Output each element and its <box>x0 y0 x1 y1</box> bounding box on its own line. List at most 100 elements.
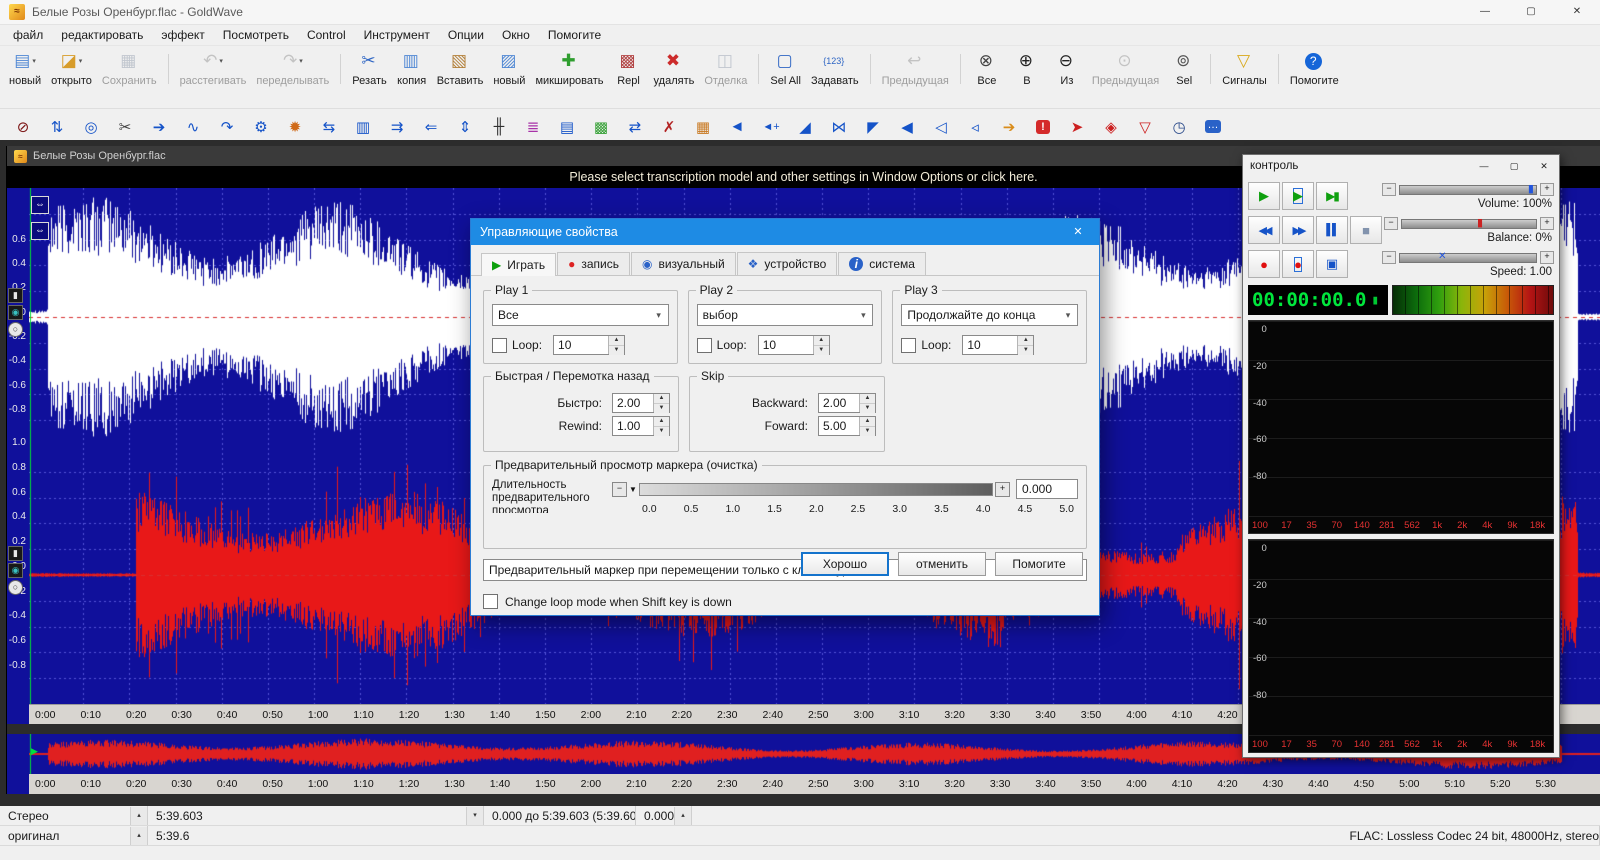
invert-icon[interactable]: ⇕ <box>448 113 482 141</box>
spin-up-icon[interactable]: ▲ <box>609 336 624 346</box>
slider-track[interactable]: ▮ <box>1399 185 1537 195</box>
fade-in-icon[interactable]: ◢ <box>788 113 822 141</box>
exchange-icon[interactable]: ➔ <box>992 113 1026 141</box>
record-selection-button[interactable]: ● <box>1282 250 1314 278</box>
crossfade-icon[interactable]: ⋈ <box>822 113 856 141</box>
toolbar-button[interactable]: ✚ микшировать <box>530 48 608 90</box>
flange-icon[interactable]: ✹ <box>278 113 312 141</box>
spin-up-icon[interactable]: ▲ <box>654 394 669 404</box>
mechanize-icon[interactable]: ⚙ <box>244 113 278 141</box>
preview-slider-track[interactable] <box>639 483 993 496</box>
volume-icon[interactable]: ◀ <box>890 113 924 141</box>
menu-item[interactable]: файл <box>4 26 52 44</box>
toolbar-button[interactable]: ↶ ▾ расстегивать <box>175 48 252 90</box>
volume-shape-icon[interactable]: ◁ <box>924 113 958 141</box>
spinner-value[interactable]: 5.00 <box>819 417 859 435</box>
channel-toggle-icon[interactable]: ○ <box>8 322 23 337</box>
field-spinner[interactable]: 2.00 ▲▼ <box>612 393 670 413</box>
toolbar-button[interactable]: ↷ ▾ переделывать <box>251 48 334 90</box>
banner-text[interactable]: Please select transcription model and ot… <box>569 170 1037 184</box>
rewind-button[interactable]: ◀◀ <box>1248 216 1280 244</box>
toolbar-button[interactable]: ⊖ Из <box>1047 48 1087 90</box>
spinner-value[interactable]: 10 <box>963 336 1017 354</box>
slider-track[interactable]: ▮ <box>1401 219 1537 229</box>
loop-count-spinner[interactable]: 10 ▲▼ <box>758 335 830 355</box>
target-icon[interactable]: ◎ <box>74 113 108 141</box>
play-mode-combobox[interactable]: Продолжайте до конца ▾ <box>901 304 1078 326</box>
finish-marker-handle-icon[interactable]: ⇔ <box>31 222 49 240</box>
slider-plus-button[interactable]: + <box>1540 183 1554 196</box>
toolbar-button[interactable]: ▩ Repl <box>609 48 649 90</box>
equalizer-icon[interactable]: ╫ <box>482 113 516 141</box>
spinner-value[interactable]: 10 <box>759 336 813 354</box>
toolbar-button[interactable]: ▨ новый <box>488 48 530 90</box>
stop-button[interactable]: ■ <box>1350 216 1382 244</box>
reverse-icon[interactable]: ⇐ <box>414 113 448 141</box>
channel-toggle-icon[interactable]: ○ <box>8 580 23 595</box>
speaker-icon[interactable]: ◄ <box>720 113 754 141</box>
control-close-button[interactable]: ✕ <box>1529 155 1559 177</box>
blocks-icon[interactable]: ▦ <box>686 113 720 141</box>
dialog-close-button[interactable]: ✕ <box>1057 219 1099 245</box>
comment-bubble-icon[interactable]: … <box>1196 113 1230 141</box>
play-button[interactable]: ▶ <box>1248 182 1280 210</box>
wave-icon[interactable]: ∿ <box>176 113 210 141</box>
slider-marker[interactable]: ✕ <box>1438 251 1446 263</box>
volume-down-icon[interactable]: ◃ <box>958 113 992 141</box>
menu-item[interactable]: эффект <box>152 26 213 44</box>
dialog-tab[interactable]: i система <box>838 252 926 275</box>
slider-minus-button[interactable]: − <box>1382 251 1396 264</box>
spinner-value[interactable]: 2.00 <box>819 394 859 412</box>
dialog-tab[interactable]: ◉ визуальный <box>631 252 736 275</box>
spin-up-icon[interactable]: ▲ <box>814 336 829 346</box>
prohibit-icon[interactable]: ⊘ <box>6 113 40 141</box>
play-position-marker-icon[interactable]: ▶ <box>31 746 38 757</box>
pipe-icon[interactable]: ▤ <box>550 113 584 141</box>
compress-icon[interactable]: ⇄ <box>618 113 652 141</box>
fast-forward-button[interactable]: ▶▶ <box>1282 216 1314 244</box>
pause-button[interactable]: ▌▌ <box>1316 216 1348 244</box>
spin-up-icon[interactable]: ▲ <box>860 417 875 427</box>
help-button[interactable]: Помогите <box>995 552 1083 576</box>
slider-minus-button[interactable]: − <box>1384 217 1398 230</box>
loop-count-spinner[interactable]: 10 ▲▼ <box>553 335 625 355</box>
dialog-tab[interactable]: ● запись <box>557 252 630 275</box>
status-spin-button[interactable]: ▴ <box>130 807 147 825</box>
menu-item[interactable]: редактировать <box>52 26 152 44</box>
channel-toggle-icon[interactable]: ▮ <box>8 546 23 561</box>
toolbar-button[interactable]: ✂ Резать <box>347 48 391 90</box>
alert-bubble-icon[interactable]: ! <box>1026 113 1060 141</box>
toolbar-button[interactable]: {123} Задавать <box>806 48 864 90</box>
dialog-tab[interactable]: ▶ Играть <box>481 253 556 276</box>
play-selection-button[interactable]: ▶ <box>1282 182 1314 210</box>
close-button[interactable]: ✕ <box>1554 0 1600 24</box>
toolbar-button[interactable]: ▤ ▾ новый <box>4 48 46 90</box>
status-spin-button[interactable]: ▴ <box>674 807 691 825</box>
stretch-icon[interactable]: ⇆ <box>312 113 346 141</box>
control-minimize-button[interactable]: — <box>1469 155 1499 177</box>
record-button[interactable]: ● <box>1248 250 1280 278</box>
slider-marker[interactable]: ▮ <box>1528 183 1534 195</box>
spectrum-filter-icon[interactable]: ▥ <box>346 113 380 141</box>
preview-plus-button[interactable]: + <box>995 482 1010 497</box>
loop-checkbox[interactable] <box>697 338 712 353</box>
clock-icon[interactable]: ◷ <box>1162 113 1196 141</box>
spin-up-icon[interactable]: ▲ <box>654 417 669 427</box>
play-all-button[interactable]: ▶▮ <box>1316 182 1348 210</box>
toolbar-button[interactable]: ↩ Предыдущая <box>877 48 954 90</box>
shift-loop-checkbox[interactable] <box>483 594 498 609</box>
spin-down-icon[interactable]: ▼ <box>814 346 829 355</box>
speaker-plus-icon[interactable]: ◄+ <box>754 113 788 141</box>
toolbar-button[interactable]: ✖ удалять <box>649 48 700 90</box>
toolbar-button[interactable]: ▽ Сигналы <box>1217 48 1272 90</box>
toolbar-button[interactable]: ⊙ Предыдущая <box>1087 48 1164 90</box>
spin-down-icon[interactable]: ▼ <box>860 427 875 436</box>
toolbar-button[interactable]: ? Помогите <box>1285 48 1344 90</box>
overview-time-axis[interactable]: 0:000:100:200:300:400:501:001:101:201:30… <box>29 774 1600 794</box>
toolbar-button[interactable]: ▧ Вставить <box>432 48 489 90</box>
spin-down-icon[interactable]: ▼ <box>609 346 624 355</box>
spinner-value[interactable]: 10 <box>554 336 608 354</box>
menu-item[interactable]: Окно <box>493 26 539 44</box>
field-spinner[interactable]: 1.00 ▲▼ <box>612 416 670 436</box>
loop-count-spinner[interactable]: 10 ▲▼ <box>962 335 1034 355</box>
